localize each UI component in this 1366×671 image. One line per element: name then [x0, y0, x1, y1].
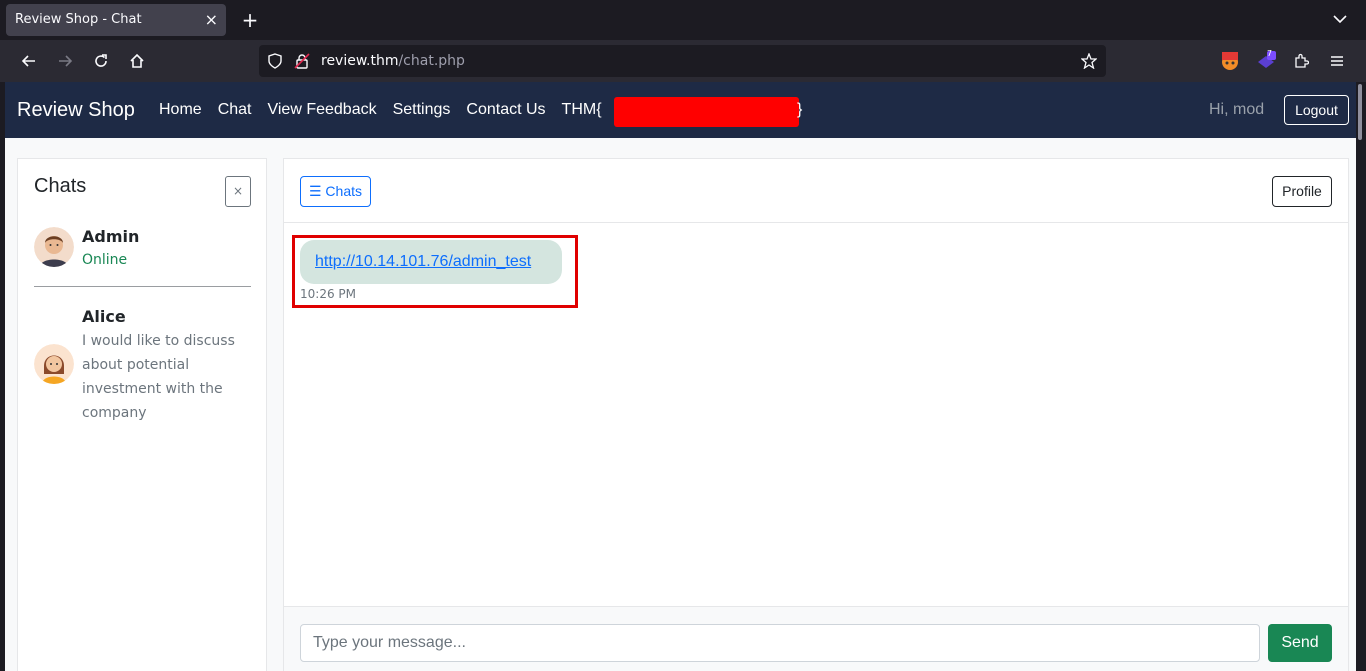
- chat-header: ☰ Chats Profile: [284, 159, 1348, 223]
- forward-arrow-icon[interactable]: [53, 49, 77, 73]
- home-icon[interactable]: [125, 49, 149, 73]
- alice-avatar: [34, 344, 74, 384]
- nav-settings[interactable]: Settings: [393, 101, 451, 119]
- tab-close-icon[interactable]: ×: [205, 4, 218, 36]
- chats-sidebar: Chats × Admin Online Alice I would like …: [17, 158, 267, 671]
- web-page: Review Shop Home Chat View Feedback Sett…: [5, 82, 1356, 671]
- sidebar-title: Chats: [34, 175, 87, 197]
- new-tab-button[interactable]: +: [240, 4, 260, 36]
- contact-divider: [34, 286, 251, 287]
- browser-tab[interactable]: Review Shop - Chat ×: [6, 4, 226, 36]
- shield-icon[interactable]: [267, 53, 283, 73]
- contact-alice[interactable]: Alice I would like to discuss about pote…: [34, 306, 251, 426]
- sidebar-close-button[interactable]: ×: [225, 176, 251, 207]
- admin-avatar: [34, 227, 74, 267]
- nav-home[interactable]: Home: [159, 101, 202, 119]
- tab-title: Review Shop - Chat: [15, 12, 142, 27]
- nav-view-feedback[interactable]: View Feedback: [267, 101, 376, 119]
- tab-list-chevron-icon[interactable]: [1332, 8, 1348, 30]
- message-time: 10:26 PM: [300, 287, 356, 301]
- contact-status: Online: [82, 252, 128, 268]
- flag-redaction: [614, 97, 799, 127]
- url-host: review.thm: [321, 53, 399, 69]
- flag-suffix: }: [797, 101, 803, 118]
- extensions-puzzle-icon[interactable]: [1289, 49, 1313, 73]
- nav-flag: THM{: [561, 101, 602, 118]
- site-navbar: Review Shop Home Chat View Feedback Sett…: [5, 82, 1356, 138]
- browser-tab-bar: Review Shop - Chat × +: [0, 0, 1366, 40]
- browser-toolbar: review.thm/chat.php 7: [0, 40, 1366, 82]
- contact-name: Alice: [82, 307, 126, 326]
- url-bar[interactable]: review.thm/chat.php: [259, 45, 1106, 77]
- contact-name: Admin: [82, 227, 140, 246]
- url-text[interactable]: review.thm/chat.php: [321, 45, 465, 77]
- site-nav-links: Home Chat View Feedback Settings Contact…: [159, 82, 618, 138]
- url-path: /chat.php: [398, 53, 465, 69]
- message-link[interactable]: http://10.14.101.76/admin_test: [315, 240, 531, 284]
- logout-button[interactable]: Logout: [1284, 95, 1349, 125]
- user-greeting: Hi, mod: [1209, 101, 1265, 118]
- contact-admin[interactable]: Admin Online: [34, 225, 251, 275]
- nav-contact-us[interactable]: Contact Us: [466, 101, 545, 119]
- extension-badge: 7: [1267, 49, 1273, 58]
- send-button[interactable]: Send: [1268, 624, 1332, 662]
- back-arrow-icon[interactable]: [17, 49, 41, 73]
- burp-extension-icon[interactable]: [1218, 49, 1242, 73]
- profile-button[interactable]: Profile: [1272, 176, 1332, 207]
- menu-hamburger-icon[interactable]: [1325, 49, 1349, 73]
- message-input[interactable]: [300, 624, 1260, 662]
- brand-logo[interactable]: Review Shop: [17, 82, 135, 138]
- purple-extension-icon[interactable]: 7: [1254, 49, 1278, 73]
- bookmark-star-icon[interactable]: [1080, 52, 1098, 73]
- message-bubble: http://10.14.101.76/admin_test: [300, 240, 562, 284]
- page-scrollbar[interactable]: [1356, 82, 1366, 671]
- chat-footer: Send: [284, 606, 1348, 671]
- chat-panel: ☰ Chats Profile http://10.14.101.76/admi…: [283, 158, 1349, 671]
- scrollbar-thumb[interactable]: [1358, 84, 1362, 140]
- nav-chat[interactable]: Chat: [218, 101, 252, 119]
- chats-toggle-button[interactable]: ☰ Chats: [300, 176, 371, 207]
- insecure-lock-icon[interactable]: [294, 53, 310, 73]
- reload-icon[interactable]: [89, 49, 113, 73]
- contact-last-message: I would like to discuss about potential …: [82, 333, 235, 421]
